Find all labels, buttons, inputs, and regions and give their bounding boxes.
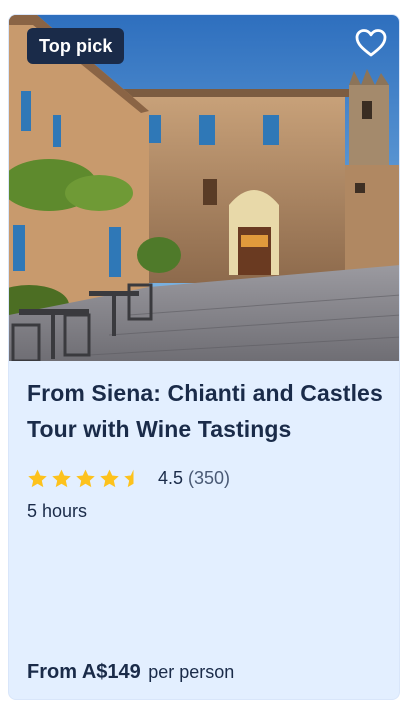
star-icon [76,469,95,487]
price-row: From A$149 per person [27,661,234,684]
photo-scene [9,15,399,361]
star-icon [100,469,119,487]
activity-title[interactable]: From Siena: Chianti and Castles Tour wit… [27,375,387,447]
rating-row: 4.5 (350) [27,465,387,491]
card-content: From Siena: Chianti and Castles Tour wit… [27,375,387,522]
star-icon [124,469,134,487]
rating-value: 4.5 [158,467,184,488]
activity-photo[interactable]: Top pick [9,15,399,361]
star-icon [28,469,47,487]
star-icon [52,469,71,487]
price-unit: per person [148,662,235,682]
duration-text: 5 hours [27,501,88,521]
rating-stars [27,468,144,489]
price-from: From A$149 [27,661,141,683]
heart-icon [355,29,387,57]
activity-card[interactable]: Top pick From Siena: Chianti and Castles… [8,14,400,700]
review-count: (350) [188,467,231,488]
wishlist-heart-button[interactable] [353,25,389,61]
top-pick-badge: Top pick [27,28,125,64]
